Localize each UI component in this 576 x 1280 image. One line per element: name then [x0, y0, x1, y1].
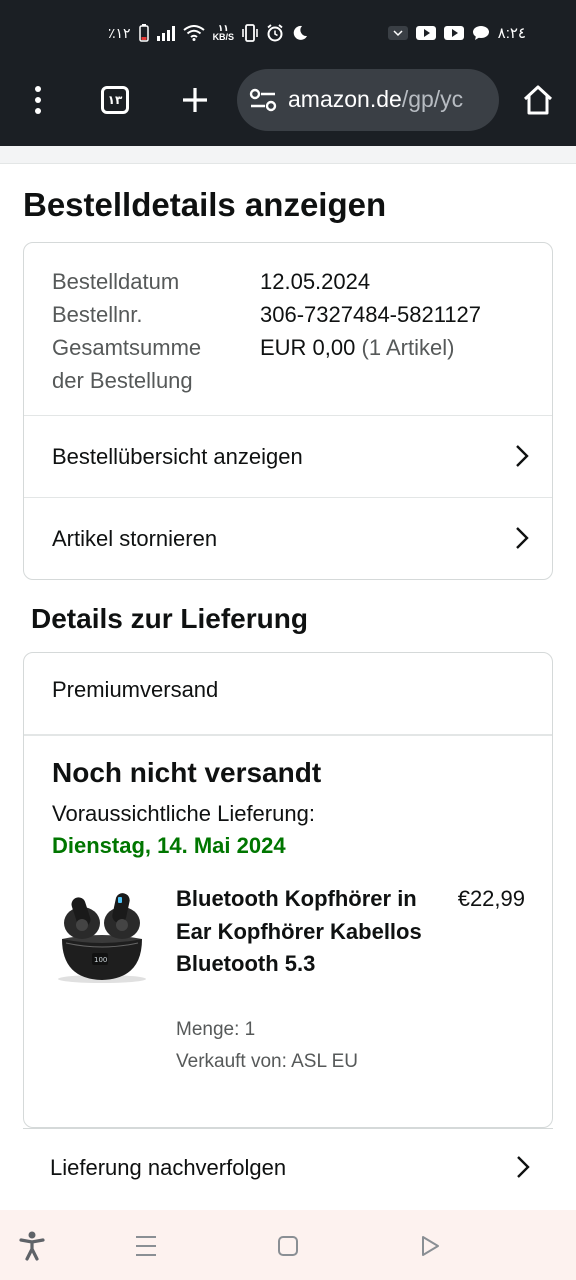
status-bar: ٪۱۲ ۱۱ KB/S ٨:٢٤ [0, 18, 576, 54]
order-total-value: EUR 0,00 (1 Artikel) [260, 331, 454, 397]
accessibility-icon[interactable] [16, 1230, 48, 1262]
browser-toolbar: ۱۳ amazon.de/gp/yc [0, 66, 576, 134]
shipping-method: Premiumversand [52, 677, 219, 702]
earbuds-product-image[interactable]: 100 [54, 883, 150, 985]
status-left: ٪۱۲ ۱۱ KB/S [108, 24, 308, 42]
order-number-value: 306-7327484-5821127 [260, 302, 482, 327]
more-vert-icon[interactable] [22, 66, 54, 134]
order-total-items: (1 Artikel) [361, 335, 455, 360]
order-number-row: Bestellnr. 306-7327484-5821127 [52, 298, 532, 331]
order-number-label: Bestellnr. [52, 302, 143, 327]
youtube-icon [443, 26, 464, 40]
track-delivery-label: Lieferung nachverfolgen [50, 1154, 287, 1180]
chat-icon [472, 26, 489, 40]
status-time: ٨:٢٤ [497, 25, 526, 42]
delivery-card: Premiumversand Noch nicht versandt Vorau… [23, 652, 553, 1128]
system-nav-bar [0, 1210, 576, 1280]
order-total-amount: EUR 0,00 [260, 335, 356, 360]
net-speed-unit: KB/S [212, 32, 235, 42]
order-overview-link[interactable]: Bestellübersicht anzeigen [24, 415, 552, 497]
track-delivery-link[interactable]: Lieferung nachverfolgen [23, 1128, 553, 1206]
plus-icon [183, 88, 207, 112]
svg-text:100: 100 [94, 956, 107, 964]
order-date-row: Bestelldatum 12.05.2024 [52, 265, 532, 298]
divider [24, 734, 552, 736]
url-host: amazon.de [288, 86, 402, 112]
chevron-icon [387, 26, 408, 40]
order-total-row: Gesamtsumme der Bestellung EUR 0,00 (1 A… [52, 331, 532, 397]
net-speed: ۱۱ KB/S [213, 24, 235, 42]
alarm-icon [267, 24, 283, 42]
tab-count: ۱۳ [101, 86, 129, 114]
order-info: Bestelldatum 12.05.2024 Bestellnr. 306-7… [52, 265, 532, 397]
order-total-label-line1: Gesamtsumme [52, 335, 202, 360]
battery-icon [138, 24, 149, 42]
cancel-items-link[interactable]: Artikel stornieren [24, 497, 552, 579]
signal-icon [156, 25, 175, 41]
expected-delivery-date: Dienstag, 14. Mai 2024 [52, 833, 286, 858]
vibrate-icon [242, 24, 258, 42]
home-icon [523, 85, 553, 115]
delivery-section-title: Details zur Lieferung [31, 603, 308, 634]
order-date-value: 12.05.2024 [260, 269, 371, 294]
new-tab-button[interactable] [176, 66, 214, 134]
product-price: €22,99 [457, 886, 525, 911]
page-title: Bestelldetails anzeigen [23, 186, 387, 223]
header-separator [0, 146, 576, 164]
tabs-button[interactable]: ۱۳ [98, 66, 132, 134]
wifi-icon [182, 25, 205, 41]
status-right: ٨:٢٤ [387, 24, 526, 42]
product-name-link[interactable]: Bluetooth Kopfhörer in Ear Kopfhörer Kab… [176, 883, 426, 981]
site-settings-icon[interactable] [249, 87, 277, 113]
shipment-status: Noch nicht versandt [52, 757, 322, 788]
product-quantity: Menge: 1 [176, 1019, 256, 1040]
home-button[interactable] [518, 66, 558, 134]
chevron-right-icon [517, 1156, 530, 1178]
youtube-icon [415, 26, 436, 40]
recents-icon[interactable] [130, 1230, 162, 1262]
order-overview-label: Bestellübersicht anzeigen [52, 443, 303, 469]
home-square-icon[interactable] [272, 1230, 304, 1262]
url-text[interactable]: amazon.de/gp/yc [288, 86, 463, 113]
chevron-right-icon [516, 445, 529, 467]
browser-chrome: ٪۱۲ ۱۱ KB/S ٨:٢٤ ۱۳ amazon.de/gp/yc [0, 0, 576, 146]
url-bar[interactable]: amazon.de/gp/yc [237, 69, 499, 131]
order-total-label-line2: der Bestellung [52, 368, 193, 393]
cancel-items-label: Artikel stornieren [52, 525, 218, 551]
moon-icon [293, 25, 308, 40]
chevron-right-icon [516, 527, 529, 549]
back-triangle-icon[interactable] [414, 1230, 446, 1262]
order-date-label: Bestelldatum [52, 269, 180, 294]
product-seller: Verkauft von: ASL EU [176, 1051, 359, 1072]
order-total-label: Gesamtsumme der Bestellung [52, 331, 260, 397]
expected-delivery-label: Voraussichtliche Lieferung: [52, 801, 315, 826]
battery-percent: ٪۱۲ [108, 24, 131, 41]
order-summary-card: Bestelldatum 12.05.2024 Bestellnr. 306-7… [23, 242, 553, 580]
url-path: /gp/yc [401, 86, 464, 112]
